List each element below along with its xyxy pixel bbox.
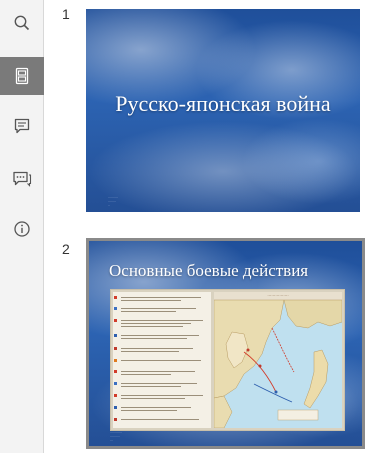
left-toolbar bbox=[0, 0, 44, 453]
thumbnails-panel: 1 Русско-японская война ·········· ······… bbox=[44, 0, 371, 453]
thumbnails-button[interactable] bbox=[0, 57, 44, 95]
info-icon bbox=[13, 220, 31, 238]
slide-number: 1 bbox=[62, 6, 70, 22]
slide-thumbnail-1[interactable]: Русско-японская война ·········· ········… bbox=[86, 9, 360, 212]
slide-thumbnail-2[interactable]: Основные боевые действия ···············… bbox=[86, 238, 365, 449]
chat-button[interactable] bbox=[0, 159, 44, 197]
slide-title: Русско-японская война bbox=[115, 91, 331, 116]
comment-icon bbox=[13, 117, 31, 135]
thumbnails-icon bbox=[13, 67, 31, 85]
chat-icon bbox=[12, 169, 32, 187]
comments-button[interactable] bbox=[0, 107, 44, 145]
search-icon bbox=[13, 14, 31, 32]
search-button[interactable] bbox=[0, 4, 44, 42]
info-button[interactable] bbox=[0, 210, 44, 248]
slide-number: 2 bbox=[62, 241, 70, 257]
slide-footer-text: ·········· ········ ·· bbox=[108, 195, 118, 207]
selection-border bbox=[86, 238, 365, 449]
